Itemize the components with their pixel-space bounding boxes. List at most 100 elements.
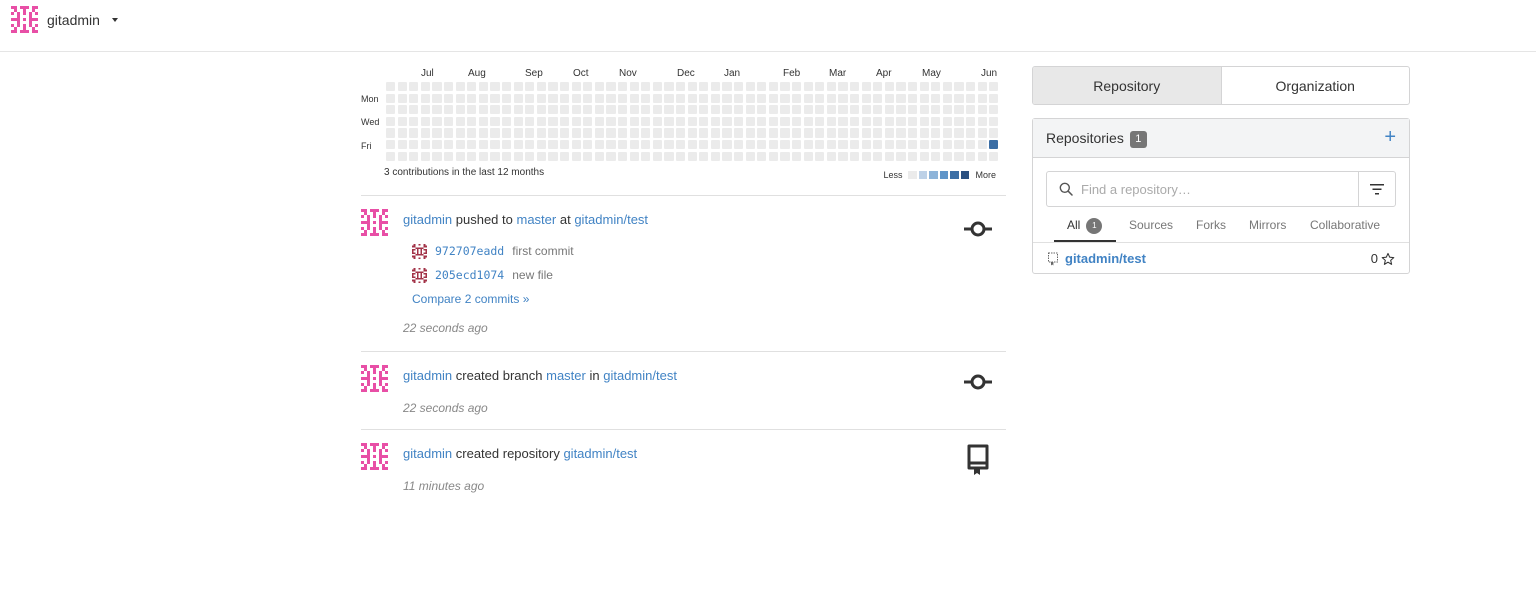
user-avatar[interactable]	[361, 365, 388, 392]
heatmap-cell	[397, 128, 407, 138]
new-repository-button[interactable]: +	[1384, 125, 1396, 149]
heatmap-cell	[676, 82, 686, 92]
heatmap-cell	[873, 82, 883, 92]
heatmap-cell	[792, 140, 802, 150]
heatmap-cell	[467, 93, 477, 103]
repo-icon	[1048, 252, 1058, 266]
filter-tab-all[interactable]: All 1	[1067, 218, 1103, 234]
heatmap-cell	[745, 140, 755, 150]
heatmap-cell	[989, 151, 999, 161]
compare-commits-link[interactable]: Compare 2 commits »	[412, 292, 529, 306]
filter-tab-collaborative[interactable]: Collaborative	[1310, 218, 1380, 232]
heatmap-cell	[873, 105, 883, 115]
heatmap-cell	[455, 151, 465, 161]
tab-organization[interactable]: Organization	[1222, 67, 1410, 104]
legend-swatch	[918, 170, 928, 180]
heatmap-month: Dec	[677, 68, 695, 79]
feed-divider	[361, 195, 1006, 196]
heatmap-cell	[455, 116, 465, 127]
heatmap-cell	[455, 128, 465, 138]
heatmap-cell	[919, 140, 929, 150]
feed-user-link[interactable]: gitadmin	[403, 212, 452, 227]
heatmap-cell	[606, 82, 616, 92]
filter-tab-sources[interactable]: Sources	[1129, 218, 1173, 232]
heatmap-cell	[931, 82, 941, 92]
heatmap-cell	[606, 93, 616, 103]
feed-timestamp: 11 minutes ago	[403, 479, 485, 493]
heatmap-cell	[861, 140, 871, 150]
heatmap-cell	[652, 93, 663, 103]
context-username: gitadmin	[47, 11, 100, 28]
heatmap-cell	[386, 128, 396, 138]
heatmap-cell	[513, 105, 523, 115]
heatmap-cell	[676, 128, 686, 138]
heatmap-cell	[826, 82, 837, 92]
heatmap-cell	[768, 128, 779, 138]
heatmap-month: Oct	[573, 68, 589, 79]
heatmap-cell	[792, 93, 802, 103]
heatmap-cell	[699, 93, 709, 103]
user-avatar[interactable]	[361, 209, 388, 236]
commit-sha-link[interactable]: 205ecd1074	[435, 268, 504, 282]
heatmap-cell	[594, 140, 605, 150]
heatmap-cell	[954, 93, 964, 103]
heatmap-cell	[861, 116, 871, 127]
heatmap-cell	[664, 151, 674, 161]
feed-repo-link[interactable]: gitadmin/test	[574, 212, 648, 227]
heatmap-cell	[757, 140, 767, 150]
heatmap-cell	[954, 116, 964, 127]
repository-link[interactable]: gitadmin/test	[1065, 251, 1146, 266]
heatmap-cell	[768, 105, 779, 115]
heatmap-cell	[861, 128, 871, 138]
heatmap-cell	[502, 116, 512, 127]
heatmap-cell	[478, 116, 489, 127]
commit-sha-link[interactable]: 972707eadd	[435, 244, 504, 258]
commit-author-avatar[interactable]	[412, 243, 427, 259]
feed-branch-link[interactable]: master	[546, 368, 586, 383]
heatmap-cell	[989, 116, 999, 127]
heatmap-cell	[386, 93, 396, 103]
filter-tab-forks[interactable]: Forks	[1196, 218, 1226, 232]
context-user-switch[interactable]: gitadmin	[11, 6, 118, 33]
heatmap-cell	[989, 140, 999, 150]
heatmap-cell	[490, 82, 500, 92]
heatmap-cell	[942, 151, 953, 161]
user-avatar[interactable]	[361, 443, 388, 470]
commit-author-avatar[interactable]	[412, 267, 427, 283]
feed-repo-link[interactable]: gitadmin/test	[563, 446, 637, 461]
heatmap-cell	[397, 82, 407, 92]
heatmap-cell	[502, 128, 512, 138]
filter-button[interactable]	[1358, 172, 1395, 206]
heatmap-cell	[513, 128, 523, 138]
commit-icon	[964, 374, 992, 390]
heatmap-cell	[942, 140, 953, 150]
heatmap-month: Jun	[981, 68, 998, 79]
heatmap-cell	[583, 128, 593, 138]
heatmap-cell	[966, 140, 976, 150]
heatmap-cell	[444, 116, 454, 127]
heatmap-cell	[525, 128, 535, 138]
heatmap-cell	[977, 93, 987, 103]
heatmap-cell	[513, 140, 523, 150]
filter-tab-mirrors[interactable]: Mirrors	[1249, 218, 1286, 232]
feed-user-link[interactable]: gitadmin	[403, 368, 452, 383]
feed-branch-link[interactable]: master	[517, 212, 557, 227]
heatmap-cell	[861, 151, 871, 161]
heatmap-cell	[745, 82, 755, 92]
heatmap-cell	[386, 151, 396, 161]
heatmap-cell	[548, 128, 558, 138]
feed-title: gitadmin pushed to master at gitadmin/te…	[403, 212, 648, 227]
all-count-badge: 1	[1086, 218, 1103, 234]
repository-search-input[interactable]	[1081, 172, 1351, 206]
heatmap-cell	[768, 93, 779, 103]
heatmap-cell	[757, 128, 767, 138]
heatmap-cell	[908, 82, 918, 92]
tab-repository[interactable]: Repository	[1033, 67, 1222, 104]
heatmap-cell	[652, 116, 663, 127]
top-bar: gitadmin	[0, 0, 1536, 52]
repositories-title: Repositories 1	[1046, 130, 1147, 148]
heatmap-cell	[560, 93, 570, 103]
feed-user-link[interactable]: gitadmin	[403, 446, 452, 461]
heatmap-cell	[826, 93, 837, 103]
feed-repo-link[interactable]: gitadmin/test	[603, 368, 677, 383]
